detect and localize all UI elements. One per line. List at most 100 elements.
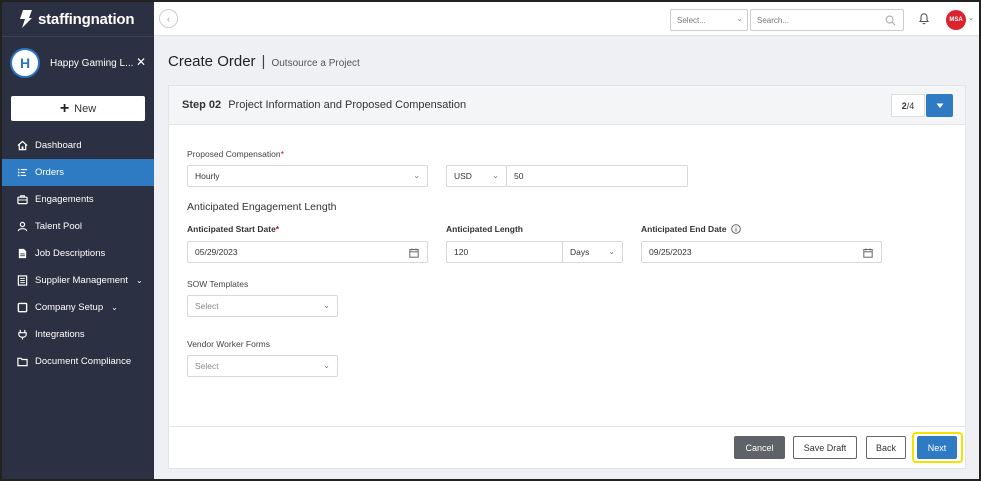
folder-icon xyxy=(17,357,28,367)
brand-logo[interactable]: staffingnation xyxy=(20,10,135,28)
vendor-worker-forms-label: Vendor Worker Forms xyxy=(187,339,270,349)
sidebar-item-orders[interactable]: Orders xyxy=(2,159,154,186)
sidebar-item-label: Supplier Management xyxy=(35,275,128,286)
compensation-label-text: Proposed Compensation xyxy=(187,149,281,159)
sidebar-nav: Dashboard Orders Engagements Talent Pool… xyxy=(2,132,154,375)
sidebar-divider xyxy=(2,36,154,37)
sidebar-item-label: Document Compliance xyxy=(35,356,132,367)
top-select-placeholder: Select... xyxy=(677,15,706,25)
currency-select[interactable]: USD ⌄ xyxy=(446,165,507,187)
sidebar-item-label: Dashboard xyxy=(35,140,82,151)
top-select-dropdown[interactable]: Select... ⌄ xyxy=(670,9,748,31)
caret-down-icon xyxy=(936,103,943,108)
back-button[interactable]: Back xyxy=(866,436,906,459)
compensation-amount-input[interactable]: 50 xyxy=(506,165,688,187)
required-asterisk: * xyxy=(275,224,280,234)
collapse-sidebar-button[interactable]: ‹ xyxy=(159,9,178,28)
calendar-icon[interactable] xyxy=(863,248,873,258)
chevron-left-icon: ‹ xyxy=(167,13,170,24)
end-date-label: Anticipated End Date xyxy=(641,224,742,234)
step-dropdown-button[interactable] xyxy=(926,94,953,117)
close-icon[interactable]: ✕ xyxy=(136,55,146,69)
brand-name: staffingnation xyxy=(38,10,135,28)
title-divider: | xyxy=(261,53,266,70)
top-bar: ‹ Select... ⌄ Search... MSA ⌄ xyxy=(154,2,979,36)
new-button[interactable]: + New xyxy=(11,96,145,121)
sidebar: staffingnation H Happy Gaming L... ✕ + N… xyxy=(2,2,154,479)
sow-templates-label: SOW Templates xyxy=(187,279,249,289)
sidebar-item-label: Job Descriptions xyxy=(35,248,106,259)
vendor-worker-forms-placeholder: Select xyxy=(195,361,219,371)
sidebar-item-label: Engagements xyxy=(35,194,94,205)
briefcase-icon xyxy=(17,195,28,205)
square-icon xyxy=(17,302,28,313)
person-icon xyxy=(17,221,28,232)
sidebar-item-label: Company Setup xyxy=(35,302,104,313)
engagement-length-heading: Anticipated Engagement Length xyxy=(187,201,337,213)
start-date-label: Anticipated Start Date* xyxy=(187,224,279,234)
plus-icon: + xyxy=(59,99,70,117)
cancel-button[interactable]: Cancel xyxy=(734,436,785,459)
page-title: Create Order xyxy=(168,53,256,70)
search-input[interactable]: Search... xyxy=(750,9,904,31)
vendor-worker-forms-select[interactable]: Select ⌄ xyxy=(187,355,338,377)
chevron-down-icon: ⌄ xyxy=(413,171,420,180)
start-date-label-text: Anticipated Start Date xyxy=(187,224,276,234)
main-content: Create Order | Outsource a Project Step … xyxy=(154,37,979,479)
compensation-type-value: Hourly xyxy=(195,171,220,181)
length-unit-value: Days xyxy=(570,247,590,257)
sidebar-item-engagements[interactable]: Engagements xyxy=(2,186,154,213)
step-total: /4 xyxy=(906,100,915,111)
chevron-down-icon: ⌄ xyxy=(135,276,143,285)
user-initials: MSA xyxy=(949,17,963,23)
chevron-down-icon: ⌄ xyxy=(111,303,118,312)
sidebar-item-label: Orders xyxy=(35,167,65,178)
company-initial: H xyxy=(19,55,31,71)
step-header: Step 02 Project Information and Proposed… xyxy=(169,86,965,125)
ledger-icon xyxy=(17,275,28,286)
step-counter: 2/4 xyxy=(891,94,925,117)
sidebar-item-company-setup[interactable]: Company Setup ⌄ xyxy=(2,294,154,321)
length-unit-select[interactable]: Days ⌄ xyxy=(562,241,623,263)
search-icon[interactable] xyxy=(885,15,896,26)
footer-divider xyxy=(169,426,965,427)
home-icon xyxy=(17,140,28,151)
sidebar-item-document-compliance[interactable]: Document Compliance xyxy=(2,348,154,375)
info-icon[interactable] xyxy=(731,224,742,234)
sidebar-item-integrations[interactable]: Integrations xyxy=(2,321,154,348)
new-button-label: New xyxy=(74,102,97,115)
sidebar-item-label: Integrations xyxy=(35,329,85,340)
order-form-card: Step 02 Project Information and Proposed… xyxy=(168,85,966,469)
company-avatar: H xyxy=(10,48,40,78)
sidebar-item-dashboard[interactable]: Dashboard xyxy=(2,132,154,159)
plug-icon xyxy=(18,329,27,340)
staffingnation-logo-icon xyxy=(20,10,32,28)
user-avatar[interactable]: MSA xyxy=(946,10,966,30)
currency-value: USD xyxy=(454,171,472,181)
page-header: Create Order | Outsource a Project xyxy=(168,53,360,70)
next-button[interactable]: Next xyxy=(917,436,957,459)
sidebar-item-supplier-management[interactable]: Supplier Management ⌄ xyxy=(2,267,154,294)
end-date-label-text: Anticipated End Date xyxy=(641,224,727,234)
chevron-down-icon: ⌄ xyxy=(323,361,330,370)
search-placeholder: Search... xyxy=(757,15,790,25)
app-window: staffingnation H Happy Gaming L... ✕ + N… xyxy=(0,0,981,481)
start-date-value: 05/29/2023 xyxy=(195,247,238,257)
bell-icon[interactable] xyxy=(918,12,930,25)
anticipated-length-input[interactable]: 120 xyxy=(446,241,563,263)
sidebar-item-talent-pool[interactable]: Talent Pool xyxy=(2,213,154,240)
end-date-value: 09/25/2023 xyxy=(649,247,692,257)
sow-templates-select[interactable]: Select ⌄ xyxy=(187,295,338,317)
sidebar-item-job-descriptions[interactable]: Job Descriptions xyxy=(2,240,154,267)
company-switcher[interactable]: H Happy Gaming L... ✕ xyxy=(10,46,150,80)
sow-templates-placeholder: Select xyxy=(195,301,219,311)
chevron-down-icon[interactable]: ⌄ xyxy=(968,14,974,22)
compensation-type-select[interactable]: Hourly ⌄ xyxy=(187,165,428,187)
step-name: Project Information and Proposed Compens… xyxy=(228,99,467,111)
step-title: Step 02 Project Information and Proposed… xyxy=(182,99,466,111)
required-asterisk: * xyxy=(280,149,284,159)
calendar-icon[interactable] xyxy=(409,248,419,258)
save-draft-button[interactable]: Save Draft xyxy=(793,436,857,459)
end-date-input[interactable]: 09/25/2023 xyxy=(641,241,882,263)
start-date-input[interactable]: 05/29/2023 xyxy=(187,241,428,263)
